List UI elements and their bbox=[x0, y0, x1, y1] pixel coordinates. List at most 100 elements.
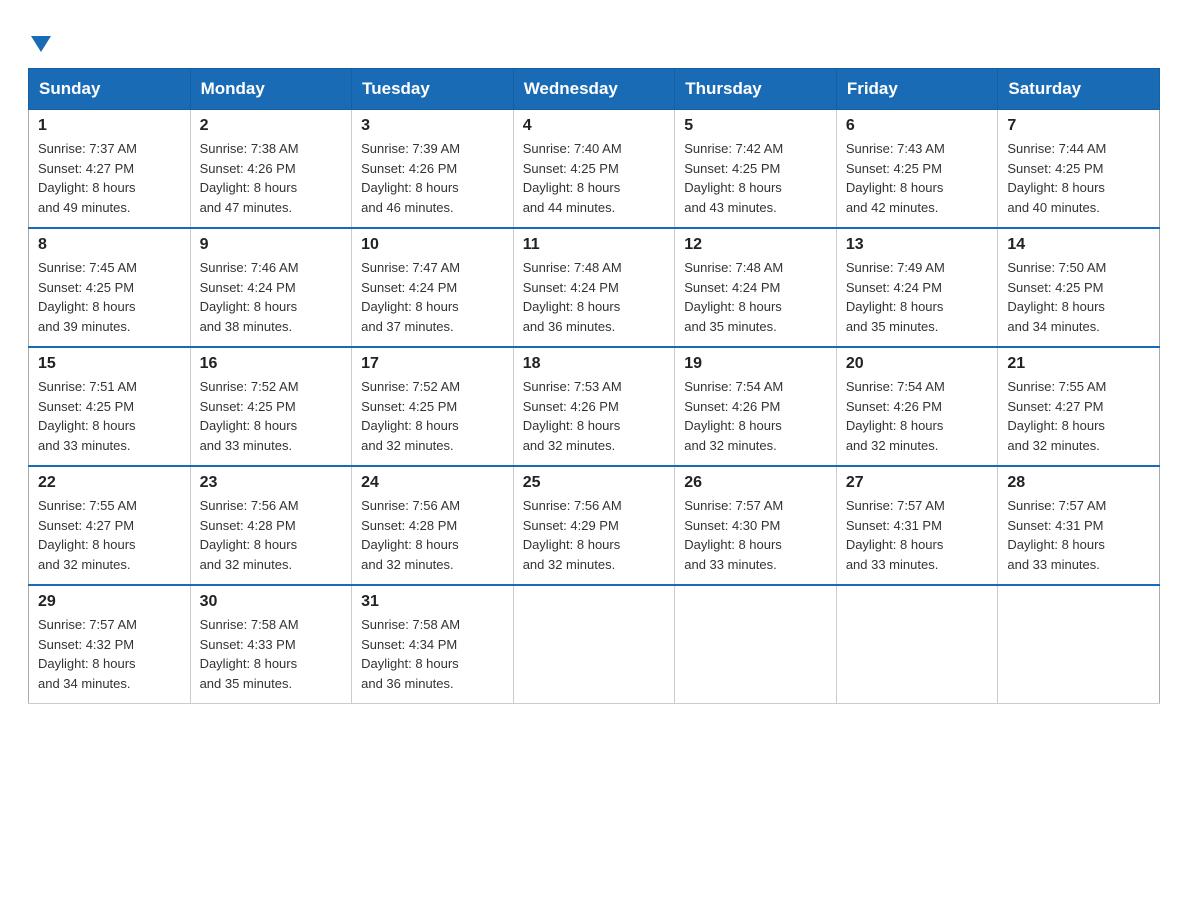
calendar-header-row: SundayMondayTuesdayWednesdayThursdayFrid… bbox=[29, 69, 1160, 110]
day-number: 13 bbox=[846, 236, 989, 254]
day-info: Sunrise: 7:40 AM Sunset: 4:25 PM Dayligh… bbox=[523, 139, 666, 217]
day-info: Sunrise: 7:47 AM Sunset: 4:24 PM Dayligh… bbox=[361, 258, 504, 336]
day-number: 8 bbox=[38, 236, 181, 254]
header-friday: Friday bbox=[836, 69, 998, 110]
day-info: Sunrise: 7:51 AM Sunset: 4:25 PM Dayligh… bbox=[38, 377, 181, 455]
day-info: Sunrise: 7:45 AM Sunset: 4:25 PM Dayligh… bbox=[38, 258, 181, 336]
calendar-cell: 23 Sunrise: 7:56 AM Sunset: 4:28 PM Dayl… bbox=[190, 466, 352, 585]
calendar-cell: 24 Sunrise: 7:56 AM Sunset: 4:28 PM Dayl… bbox=[352, 466, 514, 585]
day-number: 26 bbox=[684, 474, 827, 492]
day-info: Sunrise: 7:42 AM Sunset: 4:25 PM Dayligh… bbox=[684, 139, 827, 217]
day-number: 15 bbox=[38, 355, 181, 373]
day-number: 7 bbox=[1007, 117, 1150, 135]
calendar-cell: 2 Sunrise: 7:38 AM Sunset: 4:26 PM Dayli… bbox=[190, 110, 352, 229]
day-info: Sunrise: 7:57 AM Sunset: 4:32 PM Dayligh… bbox=[38, 615, 181, 693]
day-number: 1 bbox=[38, 117, 181, 135]
day-number: 17 bbox=[361, 355, 504, 373]
calendar-cell: 6 Sunrise: 7:43 AM Sunset: 4:25 PM Dayli… bbox=[836, 110, 998, 229]
day-info: Sunrise: 7:44 AM Sunset: 4:25 PM Dayligh… bbox=[1007, 139, 1150, 217]
header-tuesday: Tuesday bbox=[352, 69, 514, 110]
calendar-cell: 16 Sunrise: 7:52 AM Sunset: 4:25 PM Dayl… bbox=[190, 347, 352, 466]
calendar-cell: 3 Sunrise: 7:39 AM Sunset: 4:26 PM Dayli… bbox=[352, 110, 514, 229]
day-info: Sunrise: 7:57 AM Sunset: 4:31 PM Dayligh… bbox=[846, 496, 989, 574]
logo bbox=[28, 28, 51, 50]
day-info: Sunrise: 7:48 AM Sunset: 4:24 PM Dayligh… bbox=[684, 258, 827, 336]
day-info: Sunrise: 7:43 AM Sunset: 4:25 PM Dayligh… bbox=[846, 139, 989, 217]
calendar-cell: 13 Sunrise: 7:49 AM Sunset: 4:24 PM Dayl… bbox=[836, 228, 998, 347]
calendar-cell: 7 Sunrise: 7:44 AM Sunset: 4:25 PM Dayli… bbox=[998, 110, 1160, 229]
day-info: Sunrise: 7:54 AM Sunset: 4:26 PM Dayligh… bbox=[846, 377, 989, 455]
calendar-cell: 26 Sunrise: 7:57 AM Sunset: 4:30 PM Dayl… bbox=[675, 466, 837, 585]
day-info: Sunrise: 7:55 AM Sunset: 4:27 PM Dayligh… bbox=[1007, 377, 1150, 455]
calendar-cell: 31 Sunrise: 7:58 AM Sunset: 4:34 PM Dayl… bbox=[352, 585, 514, 704]
day-info: Sunrise: 7:56 AM Sunset: 4:28 PM Dayligh… bbox=[361, 496, 504, 574]
calendar-cell: 27 Sunrise: 7:57 AM Sunset: 4:31 PM Dayl… bbox=[836, 466, 998, 585]
header-monday: Monday bbox=[190, 69, 352, 110]
calendar-cell: 22 Sunrise: 7:55 AM Sunset: 4:27 PM Dayl… bbox=[29, 466, 191, 585]
day-info: Sunrise: 7:56 AM Sunset: 4:28 PM Dayligh… bbox=[200, 496, 343, 574]
calendar-cell: 9 Sunrise: 7:46 AM Sunset: 4:24 PM Dayli… bbox=[190, 228, 352, 347]
day-info: Sunrise: 7:58 AM Sunset: 4:33 PM Dayligh… bbox=[200, 615, 343, 693]
day-number: 5 bbox=[684, 117, 827, 135]
day-number: 31 bbox=[361, 593, 504, 611]
calendar-cell bbox=[998, 585, 1160, 704]
day-number: 25 bbox=[523, 474, 666, 492]
day-info: Sunrise: 7:52 AM Sunset: 4:25 PM Dayligh… bbox=[200, 377, 343, 455]
day-info: Sunrise: 7:53 AM Sunset: 4:26 PM Dayligh… bbox=[523, 377, 666, 455]
calendar-cell bbox=[675, 585, 837, 704]
day-info: Sunrise: 7:57 AM Sunset: 4:31 PM Dayligh… bbox=[1007, 496, 1150, 574]
calendar-week-row: 29 Sunrise: 7:57 AM Sunset: 4:32 PM Dayl… bbox=[29, 585, 1160, 704]
day-number: 12 bbox=[684, 236, 827, 254]
header-saturday: Saturday bbox=[998, 69, 1160, 110]
page-header bbox=[28, 24, 1160, 50]
calendar-cell: 12 Sunrise: 7:48 AM Sunset: 4:24 PM Dayl… bbox=[675, 228, 837, 347]
day-info: Sunrise: 7:52 AM Sunset: 4:25 PM Dayligh… bbox=[361, 377, 504, 455]
day-info: Sunrise: 7:50 AM Sunset: 4:25 PM Dayligh… bbox=[1007, 258, 1150, 336]
day-number: 27 bbox=[846, 474, 989, 492]
calendar-cell: 1 Sunrise: 7:37 AM Sunset: 4:27 PM Dayli… bbox=[29, 110, 191, 229]
header-wednesday: Wednesday bbox=[513, 69, 675, 110]
calendar-week-row: 8 Sunrise: 7:45 AM Sunset: 4:25 PM Dayli… bbox=[29, 228, 1160, 347]
day-number: 23 bbox=[200, 474, 343, 492]
day-number: 3 bbox=[361, 117, 504, 135]
day-info: Sunrise: 7:39 AM Sunset: 4:26 PM Dayligh… bbox=[361, 139, 504, 217]
day-number: 18 bbox=[523, 355, 666, 373]
day-number: 4 bbox=[523, 117, 666, 135]
calendar-cell: 8 Sunrise: 7:45 AM Sunset: 4:25 PM Dayli… bbox=[29, 228, 191, 347]
day-number: 28 bbox=[1007, 474, 1150, 492]
day-number: 10 bbox=[361, 236, 504, 254]
calendar-cell: 10 Sunrise: 7:47 AM Sunset: 4:24 PM Dayl… bbox=[352, 228, 514, 347]
calendar-table: SundayMondayTuesdayWednesdayThursdayFrid… bbox=[28, 68, 1160, 704]
day-info: Sunrise: 7:55 AM Sunset: 4:27 PM Dayligh… bbox=[38, 496, 181, 574]
day-number: 29 bbox=[38, 593, 181, 611]
day-number: 30 bbox=[200, 593, 343, 611]
calendar-cell: 17 Sunrise: 7:52 AM Sunset: 4:25 PM Dayl… bbox=[352, 347, 514, 466]
calendar-cell: 25 Sunrise: 7:56 AM Sunset: 4:29 PM Dayl… bbox=[513, 466, 675, 585]
calendar-cell bbox=[513, 585, 675, 704]
day-number: 22 bbox=[38, 474, 181, 492]
calendar-cell: 28 Sunrise: 7:57 AM Sunset: 4:31 PM Dayl… bbox=[998, 466, 1160, 585]
day-number: 9 bbox=[200, 236, 343, 254]
calendar-cell: 14 Sunrise: 7:50 AM Sunset: 4:25 PM Dayl… bbox=[998, 228, 1160, 347]
calendar-cell: 5 Sunrise: 7:42 AM Sunset: 4:25 PM Dayli… bbox=[675, 110, 837, 229]
day-number: 16 bbox=[200, 355, 343, 373]
day-info: Sunrise: 7:46 AM Sunset: 4:24 PM Dayligh… bbox=[200, 258, 343, 336]
calendar-cell: 30 Sunrise: 7:58 AM Sunset: 4:33 PM Dayl… bbox=[190, 585, 352, 704]
day-number: 24 bbox=[361, 474, 504, 492]
day-number: 11 bbox=[523, 236, 666, 254]
day-info: Sunrise: 7:58 AM Sunset: 4:34 PM Dayligh… bbox=[361, 615, 504, 693]
day-number: 2 bbox=[200, 117, 343, 135]
day-info: Sunrise: 7:48 AM Sunset: 4:24 PM Dayligh… bbox=[523, 258, 666, 336]
day-info: Sunrise: 7:38 AM Sunset: 4:26 PM Dayligh… bbox=[200, 139, 343, 217]
calendar-cell: 29 Sunrise: 7:57 AM Sunset: 4:32 PM Dayl… bbox=[29, 585, 191, 704]
calendar-week-row: 15 Sunrise: 7:51 AM Sunset: 4:25 PM Dayl… bbox=[29, 347, 1160, 466]
day-number: 6 bbox=[846, 117, 989, 135]
calendar-cell: 4 Sunrise: 7:40 AM Sunset: 4:25 PM Dayli… bbox=[513, 110, 675, 229]
calendar-week-row: 22 Sunrise: 7:55 AM Sunset: 4:27 PM Dayl… bbox=[29, 466, 1160, 585]
day-info: Sunrise: 7:57 AM Sunset: 4:30 PM Dayligh… bbox=[684, 496, 827, 574]
calendar-cell bbox=[836, 585, 998, 704]
day-number: 20 bbox=[846, 355, 989, 373]
logo-arrow-icon bbox=[31, 36, 51, 52]
day-number: 21 bbox=[1007, 355, 1150, 373]
calendar-cell: 11 Sunrise: 7:48 AM Sunset: 4:24 PM Dayl… bbox=[513, 228, 675, 347]
